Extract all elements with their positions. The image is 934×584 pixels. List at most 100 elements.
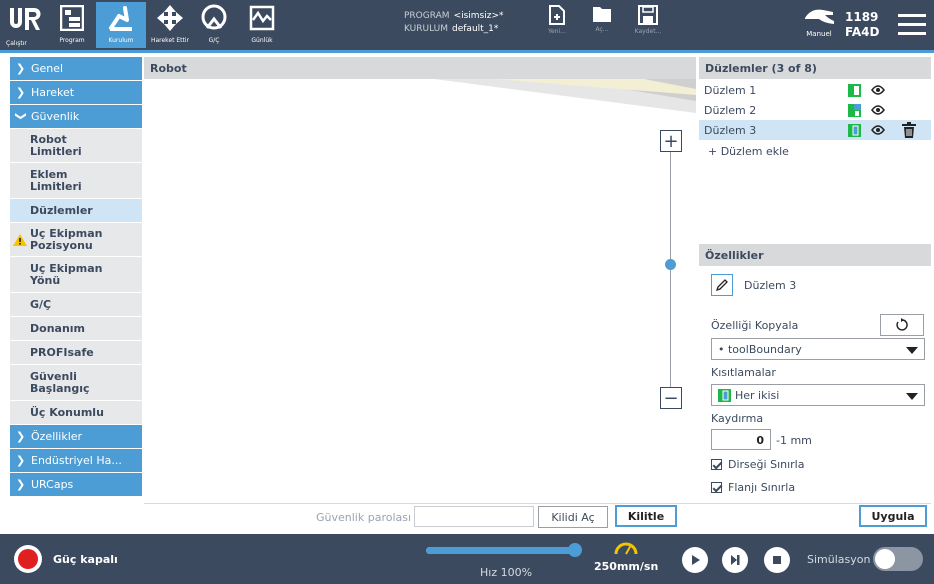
nav-section-features[interactable]: ❯ Özellikler bbox=[10, 425, 142, 449]
nav-item-label: Donanım bbox=[30, 321, 86, 335]
visibility-eye-icon[interactable] bbox=[871, 85, 885, 95]
simulation-toggle[interactable] bbox=[873, 547, 923, 571]
visibility-eye-icon[interactable] bbox=[871, 105, 885, 115]
nav-section-label: Hareket bbox=[31, 86, 75, 99]
simulation-label: Simülasyon bbox=[807, 553, 871, 566]
play-button[interactable] bbox=[682, 547, 708, 573]
restrict-elbow-checkbox[interactable]: Dirseği Sınırla bbox=[711, 458, 804, 471]
io-icon bbox=[201, 4, 227, 30]
hamburger-menu-icon[interactable] bbox=[898, 12, 926, 36]
restrict-elbow-label: Dirseği Sınırla bbox=[728, 458, 805, 471]
nav-section-safety[interactable]: ❯ Güvenlik bbox=[10, 105, 142, 129]
zoom-slider-handle[interactable] bbox=[665, 259, 676, 270]
tab-io[interactable]: G/Ç bbox=[192, 2, 236, 48]
installation-name: default_1* bbox=[452, 24, 499, 34]
tab-log[interactable]: Günlük bbox=[240, 2, 284, 48]
nav-item-label: Düzlemler bbox=[30, 203, 93, 217]
chevron-down-icon: ❯ bbox=[14, 111, 28, 121]
plane-both-icon bbox=[718, 388, 731, 402]
plane-name: Düzlem 2 bbox=[704, 104, 757, 117]
topbar-accent-line bbox=[0, 50, 934, 53]
mode-label: Manuel bbox=[806, 30, 832, 38]
plane-normal-icon bbox=[848, 84, 861, 97]
nav-item-label: Uç Ekipman bbox=[30, 226, 103, 240]
copy-feature-select[interactable]: • toolBoundary bbox=[711, 338, 925, 360]
nav-item-planes[interactable]: Düzlemler bbox=[10, 199, 142, 223]
password-label: Güvenlik parolası bbox=[316, 511, 412, 524]
restrict-flange-checkbox[interactable]: Flanjı Sınırla bbox=[711, 481, 795, 494]
rename-button[interactable] bbox=[711, 274, 733, 296]
new-button[interactable]: Yeni... bbox=[537, 5, 577, 45]
unlock-button[interactable]: Kilidi Aç bbox=[538, 506, 608, 528]
nav-item-three-position[interactable]: Üç Konumlu bbox=[10, 401, 142, 425]
dropdown-caret-icon bbox=[906, 393, 918, 400]
save-button[interactable]: Kaydet... bbox=[628, 5, 668, 45]
move-icon bbox=[157, 5, 183, 31]
nav-item-label: G/Ç bbox=[30, 297, 52, 311]
save-label: Kaydet... bbox=[634, 28, 662, 35]
nav-item-label: Üç Konumlu bbox=[30, 405, 104, 419]
speedometer-icon bbox=[614, 542, 638, 555]
plane-row-3[interactable]: Düzlem 3 bbox=[699, 120, 931, 140]
nav-item-label: Uç Ekipman bbox=[30, 261, 103, 275]
speed-slider-handle[interactable] bbox=[568, 543, 582, 557]
copy-refresh-button[interactable] bbox=[880, 314, 924, 336]
tab-run-label: Çalıştır bbox=[6, 40, 27, 47]
power-button[interactable] bbox=[14, 545, 42, 573]
nav-section-motion[interactable]: ❯ Hareket bbox=[10, 81, 142, 105]
chevron-right-icon: ❯ bbox=[16, 86, 26, 99]
nav-item-tool-position[interactable]: Uç Ekipman Pozisyonu bbox=[10, 223, 142, 257]
nav-section-urcaps[interactable]: ❯ URCaps bbox=[10, 473, 142, 497]
nav-section-general[interactable]: ❯ Genel bbox=[10, 57, 142, 81]
visibility-eye-icon[interactable] bbox=[871, 125, 885, 135]
save-icon bbox=[638, 5, 658, 25]
open-button[interactable]: Aç... bbox=[582, 5, 622, 45]
tab-program[interactable]: Program bbox=[50, 2, 94, 48]
nav-item-profisafe[interactable]: PROFIsafe bbox=[10, 341, 142, 365]
plane-row-1[interactable]: Düzlem 1 bbox=[699, 80, 931, 100]
robot-id: 1189 FA4D bbox=[845, 10, 879, 40]
step-button[interactable] bbox=[722, 547, 748, 573]
tab-run[interactable]: Çalıştır bbox=[6, 2, 44, 48]
nav-item-hardware[interactable]: Donanım bbox=[10, 317, 142, 341]
chevron-right-icon: ❯ bbox=[16, 454, 26, 467]
zoom-in-button[interactable]: + bbox=[660, 130, 682, 152]
tab-installation[interactable]: Kurulum bbox=[96, 2, 146, 48]
apply-button[interactable]: Uygula bbox=[859, 505, 927, 527]
safety-password-bar: Güvenlik parolası Kilidi Aç Kilitle Uygu… bbox=[144, 503, 931, 530]
trash-icon[interactable] bbox=[902, 122, 916, 138]
play-icon bbox=[692, 555, 700, 565]
nav-item-safe-home[interactable]: Güvenli Başlangıç bbox=[10, 365, 142, 401]
add-plane-button[interactable]: + Düzlem ekle bbox=[708, 145, 789, 158]
zoom-out-button[interactable]: − bbox=[660, 387, 682, 409]
nav-item-tool-direction[interactable]: Uç Ekipman Yönü bbox=[10, 257, 142, 293]
nav-section-fieldbus[interactable]: ❯ Endüstriyel Ha... bbox=[10, 449, 142, 473]
lock-button[interactable]: Kilitle bbox=[615, 505, 677, 527]
restrictions-select[interactable]: Her ikisi bbox=[711, 384, 925, 406]
robot-id-line1: 1189 bbox=[845, 10, 879, 24]
checkbox-checked-icon bbox=[711, 459, 722, 470]
hand-icon bbox=[805, 9, 834, 24]
zoom-slider-track[interactable] bbox=[670, 152, 671, 390]
plane-elbow-tool-icon bbox=[848, 104, 861, 117]
nav-item-joint-limits[interactable]: Eklem Limitleri bbox=[10, 163, 142, 199]
stop-button[interactable] bbox=[764, 547, 790, 573]
speed-slider-track[interactable] bbox=[426, 547, 576, 554]
folder-icon bbox=[593, 7, 611, 22]
password-input[interactable] bbox=[414, 506, 534, 527]
new-label: Yeni... bbox=[548, 28, 566, 35]
tab-move[interactable]: Hareket Ettir bbox=[148, 2, 192, 48]
robot-3d-view[interactable] bbox=[144, 79, 696, 503]
refresh-icon bbox=[896, 318, 908, 331]
offset-input[interactable]: 0 bbox=[711, 429, 771, 450]
plane-row-2[interactable]: Düzlem 2 bbox=[699, 100, 931, 120]
robot-panel-title: Robot bbox=[144, 57, 696, 79]
installation-icon bbox=[109, 6, 132, 31]
nav-section-label: Genel bbox=[31, 62, 64, 75]
program-icon bbox=[60, 5, 84, 31]
nav-item-robot-limits[interactable]: Robot Limitleri bbox=[10, 129, 142, 163]
nav-item-io[interactable]: G/Ç bbox=[10, 293, 142, 317]
left-nav: ❯ Genel ❯ Hareket ❯ Güvenlik Robot Limitleri… bbox=[10, 57, 142, 526]
properties-header: Özellikler bbox=[699, 244, 931, 266]
mode-button[interactable]: Manuel bbox=[798, 4, 840, 48]
